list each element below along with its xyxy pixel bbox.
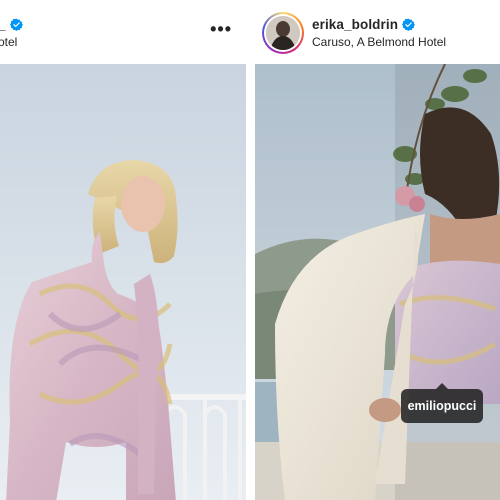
verified-badge-icon — [402, 18, 416, 31]
post-image-left — [0, 64, 246, 500]
username-right[interactable]: erika_boldrin — [312, 17, 398, 32]
post-header-left: _ otel ••• — [0, 0, 246, 64]
post-right: erika_boldrin Caruso, A Belmond Hotel em… — [255, 0, 500, 500]
avatar — [266, 16, 300, 50]
more-options-icon[interactable]: ••• — [210, 20, 232, 38]
post-photo-left — [0, 64, 246, 500]
post-image-right — [255, 64, 500, 500]
verified-badge-icon — [9, 18, 23, 31]
post-photo-right — [255, 64, 500, 500]
username-left[interactable]: _ — [0, 17, 6, 32]
location-left[interactable]: otel — [0, 35, 17, 49]
username-row-left: _ — [0, 17, 23, 32]
gutter — [246, 0, 255, 500]
avatar-story-ring[interactable] — [262, 12, 304, 54]
post-header-right: erika_boldrin Caruso, A Belmond Hotel — [255, 0, 500, 64]
username-row-right: erika_boldrin — [312, 17, 416, 32]
location-right[interactable]: Caruso, A Belmond Hotel — [312, 35, 446, 49]
post-left: _ otel ••• — [0, 0, 246, 500]
product-tag[interactable]: emiliopucci — [401, 383, 483, 423]
